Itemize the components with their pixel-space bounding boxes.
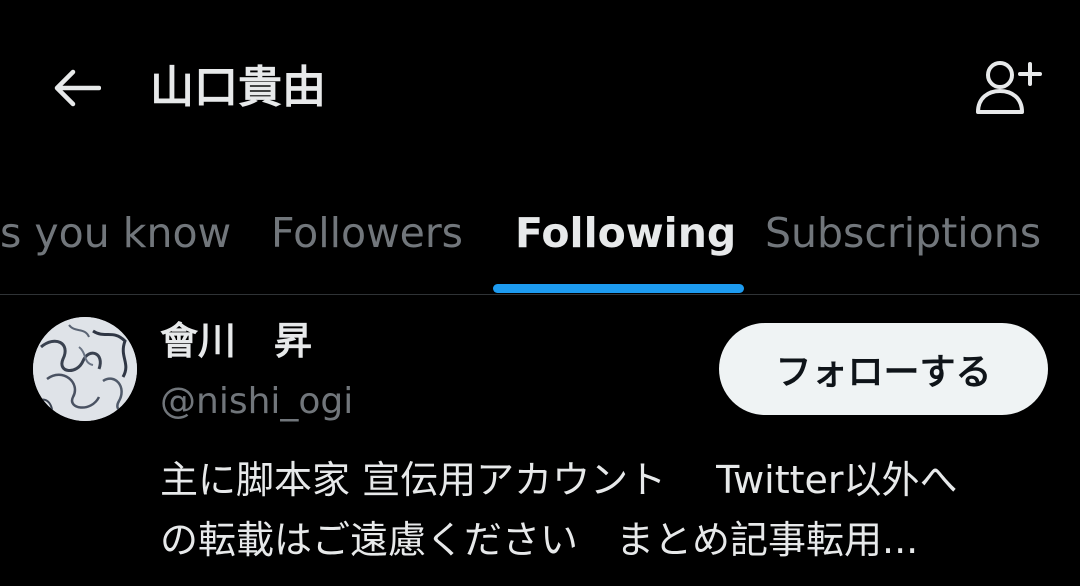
user-list-item[interactable]: 會川 昇 @nishi_ogi フォローする 主に脚本家 宣伝用アカウント Tw…	[0, 296, 1080, 586]
tab-people-you-know[interactable]: s you know	[0, 207, 231, 259]
add-user-button[interactable]	[972, 55, 1044, 119]
bio-line: 主に脚本家 宣伝用アカウント Twitter以外へ	[160, 458, 958, 502]
avatar[interactable]	[33, 317, 137, 421]
user-handle: @nishi_ogi	[160, 381, 354, 422]
tab-following[interactable]: Following	[515, 207, 736, 259]
tab-subscriptions[interactable]: Subscriptions	[765, 207, 1041, 259]
follow-button[interactable]: フォローする	[719, 323, 1048, 415]
tab-followers[interactable]: Followers	[271, 207, 463, 259]
page-title: 山口貴由	[150, 62, 326, 113]
bio-line: の転載はご遠慮ください まとめ記事転用...	[160, 518, 919, 562]
user-bio: 主に脚本家 宣伝用アカウント Twitter以外へ の転載はご遠慮ください まと…	[160, 450, 1060, 570]
top-bar: 山口貴由	[0, 0, 1080, 175]
avatar-image	[33, 317, 137, 421]
person-add-icon	[976, 61, 1042, 114]
back-button[interactable]	[46, 58, 106, 118]
active-tab-indicator	[493, 284, 744, 293]
user-display-name: 會川 昇	[160, 319, 313, 363]
arrow-left-icon	[54, 69, 101, 107]
tab-bar: s you know Followers Following Subscript…	[0, 175, 1080, 295]
